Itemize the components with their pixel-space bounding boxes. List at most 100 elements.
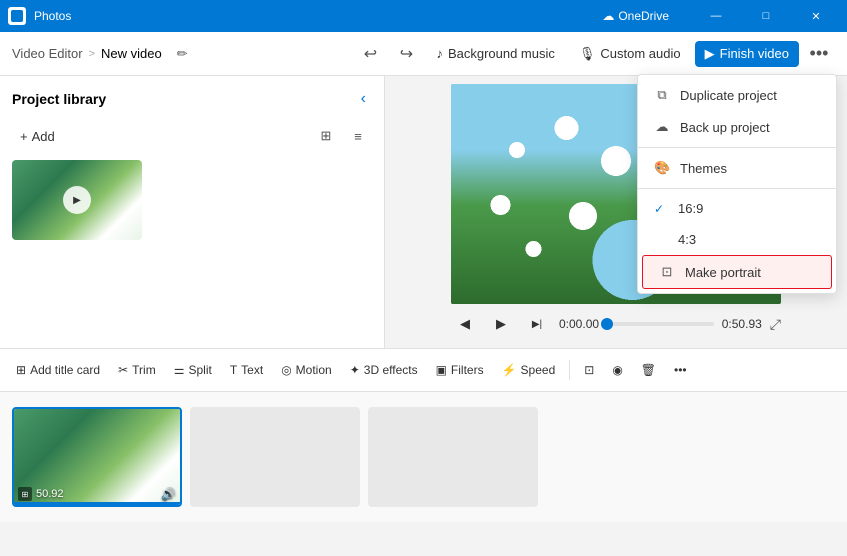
minimize-button[interactable]: —: [693, 0, 739, 32]
3d-effects-button[interactable]: ✦ 3D effects: [342, 358, 426, 382]
themes-label: Themes: [680, 161, 727, 176]
add-media-button[interactable]: + Add: [12, 125, 63, 148]
duplicate-label: Duplicate project: [680, 88, 777, 103]
dropdown-menu: ⧉ Duplicate project ☁ Back up project 🎨 …: [637, 74, 837, 294]
clip-type-icon: ⊞: [18, 487, 32, 501]
breadcrumb-separator: >: [89, 48, 95, 60]
timeline: ⊞ 50.92 🔊: [0, 392, 847, 522]
motion-button[interactable]: ◎ Motion: [273, 358, 340, 382]
grid-view-button[interactable]: ⊞: [312, 122, 340, 150]
custom-audio-button[interactable]: 🎙 Custom audio: [569, 41, 691, 67]
prev-frame-button[interactable]: ◀: [451, 310, 479, 338]
main-toolbar: Video Editor > New video ✏ ↩ ↪ ♪ Backgro…: [0, 32, 847, 76]
duplicate-project-item[interactable]: ⧉ Duplicate project: [638, 79, 836, 111]
sidebar-controls: + Add ⊞ ≡: [12, 122, 372, 150]
add-title-card-button[interactable]: ⊞ Add title card: [8, 358, 108, 382]
undo-button[interactable]: ↩: [354, 38, 386, 70]
sidebar-header: Project library ‹: [12, 88, 372, 110]
text-label: Text: [241, 363, 263, 377]
current-time: 0:00.00: [559, 317, 599, 331]
motion-label: Motion: [296, 363, 332, 377]
play-overlay: ▶: [63, 186, 91, 214]
add-title-icon: ⊞: [16, 363, 26, 377]
stabilize-button[interactable]: ◉: [604, 358, 630, 382]
speed-button[interactable]: ⚡ Speed: [494, 358, 564, 382]
speed-icon: ⚡: [502, 363, 517, 377]
delete-icon: 🗑: [641, 363, 656, 377]
breadcrumb: Video Editor > New video ✏: [12, 43, 191, 65]
trim-label: Trim: [132, 363, 156, 377]
collapse-sidebar-button[interactable]: ‹: [355, 88, 372, 110]
view-toggle: ⊞ ≡: [312, 122, 372, 150]
backup-icon: ☁: [654, 119, 670, 135]
close-button[interactable]: ✕: [793, 0, 839, 32]
trim-icon: ✂: [118, 363, 128, 377]
playback-controls: ◀ ▶ ▶| 0:00.00 0:50.93 ⤢: [451, 310, 781, 338]
themes-item[interactable]: 🎨 Themes: [638, 152, 836, 184]
title-bar: Photos ☁ OneDrive — □ ✕: [0, 0, 847, 32]
add-title-label: Add title card: [30, 363, 100, 377]
finish-icon: ▶: [705, 46, 715, 62]
background-music-label: Background music: [448, 46, 555, 61]
clip-audio-icon: 🔊: [161, 487, 176, 501]
themes-icon: 🎨: [654, 160, 670, 176]
ratio-16-9-label: 16:9: [678, 201, 703, 216]
timeline-clip-active[interactable]: ⊞ 50.92 🔊: [12, 407, 182, 507]
more-tools-button[interactable]: •••: [666, 358, 695, 382]
split-icon: ⚌: [174, 363, 185, 377]
stabilize-icon: ◉: [612, 363, 622, 377]
finish-video-label: Finish video: [720, 46, 789, 61]
menu-divider-2: [638, 188, 836, 189]
more-icon: •••: [674, 363, 687, 377]
backup-project-item[interactable]: ☁ Back up project: [638, 111, 836, 143]
audio-icon: 🎙: [579, 46, 596, 62]
crop-icon: ⊡: [584, 363, 594, 377]
ratio-4-3-label: 4:3: [678, 232, 696, 247]
split-label: Split: [188, 363, 211, 377]
effects-icon: ✦: [350, 363, 360, 377]
edit-toolbar: ⊞ Add title card ✂ Trim ⚌ Split T Text ◎…: [0, 348, 847, 392]
list-view-button[interactable]: ≡: [344, 122, 372, 150]
make-portrait-label: Make portrait: [685, 265, 761, 280]
finish-video-button[interactable]: ▶ Finish video: [695, 41, 799, 67]
progress-bar[interactable]: [607, 322, 714, 326]
background-music-button[interactable]: ♪ Background music: [426, 41, 564, 66]
effects-label: 3D effects: [364, 363, 418, 377]
cloud-section: ☁ OneDrive: [602, 9, 669, 23]
filters-button[interactable]: ▣ Filters: [428, 358, 492, 382]
delete-button[interactable]: 🗑: [633, 358, 664, 382]
project-library-sidebar: Project library ‹ + Add ⊞ ≡ ▶: [0, 76, 385, 348]
play-button[interactable]: ▶: [487, 310, 515, 338]
backup-label: Back up project: [680, 120, 770, 135]
ratio-4-3-item[interactable]: 4:3: [638, 224, 836, 255]
add-icon: +: [20, 129, 28, 144]
fullscreen-button[interactable]: ⤢: [770, 316, 781, 333]
cloud-icon: ☁: [602, 9, 614, 23]
toolbar-separator: [569, 360, 570, 380]
redo-button[interactable]: ↪: [390, 38, 422, 70]
menu-divider-1: [638, 147, 836, 148]
speed-label: Speed: [521, 363, 556, 377]
trim-button[interactable]: ✂ Trim: [110, 358, 164, 382]
make-portrait-item[interactable]: ⊡ Make portrait: [642, 255, 832, 289]
timeline-empty-slot-1[interactable]: [190, 407, 360, 507]
crop-button[interactable]: ⊡: [576, 358, 602, 382]
progress-handle[interactable]: [601, 318, 613, 330]
sidebar-title: Project library: [12, 91, 106, 107]
app-title: Photos: [34, 9, 71, 23]
title-bar-right: ☁ OneDrive — □ ✕: [602, 0, 839, 32]
timeline-empty-slot-2[interactable]: [368, 407, 538, 507]
motion-icon: ◎: [281, 363, 291, 377]
media-thumbnail[interactable]: ▶: [12, 160, 142, 240]
maximize-button[interactable]: □: [743, 0, 789, 32]
breadcrumb-parent[interactable]: Video Editor: [12, 46, 83, 61]
ratio-16-9-check: ✓: [654, 202, 668, 216]
text-button[interactable]: T Text: [222, 358, 271, 382]
ratio-16-9-item[interactable]: ✓ 16:9: [638, 193, 836, 224]
cloud-label: OneDrive: [618, 9, 669, 23]
edit-title-icon[interactable]: ✏: [174, 43, 191, 65]
media-grid: ▶: [12, 160, 372, 240]
next-frame-button[interactable]: ▶|: [523, 310, 551, 338]
toolbar-more-button[interactable]: •••: [803, 38, 835, 70]
split-button[interactable]: ⚌ Split: [166, 358, 220, 382]
